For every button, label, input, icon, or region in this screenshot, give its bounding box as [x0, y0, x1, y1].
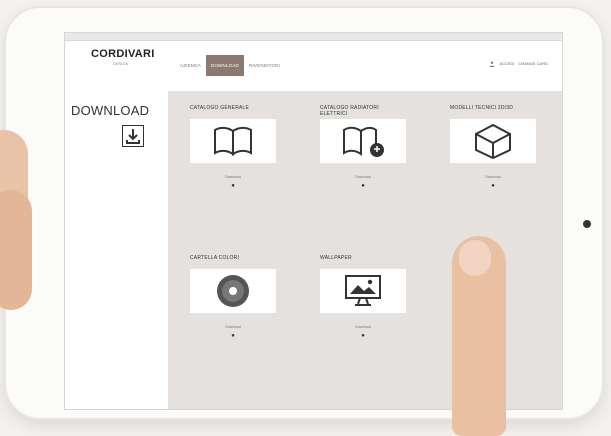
tablet-frame: CORDIVARI DESIGN AZIENDA DOWNLOAD RIVEND…: [6, 8, 602, 418]
brand-tagline: DESIGN: [113, 61, 129, 66]
card-title: WALLPAPER: [320, 255, 352, 261]
card-meta[interactable]: Download: [320, 175, 406, 179]
main-nav: AZIENDA DOWNLOAD RIVENDITORI: [175, 55, 285, 76]
card-image[interactable]: [450, 119, 536, 163]
link-change-card[interactable]: CHANGE CARD: [518, 61, 548, 68]
cube-icon: [475, 123, 511, 159]
open-book-icon: [214, 126, 252, 156]
sidebar: DOWNLOAD: [65, 91, 165, 409]
card-title: MODELLI TECNICI 2D/3D: [450, 105, 514, 111]
card-title: CARTELLA COLORI: [190, 255, 240, 261]
nav-item-rivenditori[interactable]: RIVENDITORI: [244, 55, 285, 76]
monitor-picture-icon: [345, 275, 381, 306]
card-meta[interactable]: Download: [190, 175, 276, 179]
disc-icon: [217, 275, 249, 307]
book-with-plug-icon: [343, 126, 384, 157]
card-meta[interactable]: Download: [190, 325, 276, 329]
download-bullet[interactable]: ●: [190, 183, 276, 189]
download-bullet[interactable]: ●: [190, 333, 276, 339]
card-image[interactable]: [190, 119, 276, 163]
user-icon[interactable]: [489, 61, 495, 68]
top-right-links: ACCEDI CHANGE CARD: [489, 61, 548, 68]
card-modelli-tecnici[interactable]: MODELLI TECNICI 2D/3D Download ●: [450, 105, 536, 189]
card-meta[interactable]: Download: [320, 325, 406, 329]
card-title: CATALOGO RADIATORI ELETTRICI: [320, 105, 379, 117]
nav-item-azienda[interactable]: AZIENDA: [175, 55, 206, 76]
camera-dot: [583, 220, 591, 228]
download-icon[interactable]: [122, 125, 144, 147]
download-bullet[interactable]: ●: [320, 183, 406, 189]
nav-item-download[interactable]: DOWNLOAD: [205, 55, 245, 76]
left-finger: [0, 190, 32, 310]
card-image[interactable]: [320, 269, 406, 313]
browser-chrome: [65, 33, 562, 41]
card-wallpaper[interactable]: WALLPAPER Download ●: [320, 255, 406, 339]
card-image[interactable]: [190, 269, 276, 313]
download-bullet[interactable]: ●: [450, 183, 536, 189]
fingernail: [459, 240, 491, 276]
card-catalogo-generale[interactable]: CATALOGO GENERALE Download ●: [190, 105, 276, 189]
card-catalogo-radiatori[interactable]: CATALOGO RADIATORI ELETTRICI Download ●: [320, 105, 406, 189]
brand-logo[interactable]: CORDIVARI: [91, 48, 155, 60]
card-image[interactable]: [320, 119, 406, 163]
page-title: DOWNLOAD: [71, 103, 150, 118]
link-accedi[interactable]: ACCEDI: [499, 61, 514, 68]
card-cartella-colori[interactable]: CARTELLA COLORI Download ●: [190, 255, 276, 339]
card-title: CATALOGO GENERALE: [190, 105, 250, 111]
download-bullet[interactable]: ●: [320, 333, 406, 339]
card-meta[interactable]: Download: [450, 175, 536, 179]
top-bar: CORDIVARI DESIGN AZIENDA DOWNLOAD RIVEND…: [65, 41, 562, 76]
